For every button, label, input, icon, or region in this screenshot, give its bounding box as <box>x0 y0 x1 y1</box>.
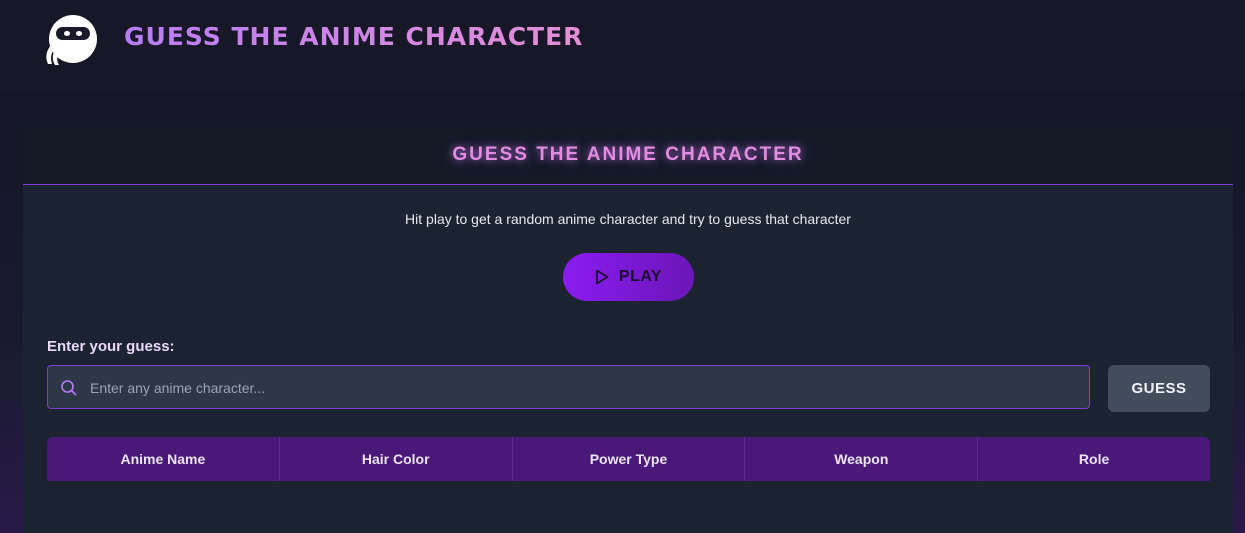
app-title: GUESS THE ANIME CHARACTER <box>124 22 584 51</box>
card-header: GUESS THE ANIME CHARACTER <box>23 124 1233 185</box>
play-button[interactable]: PLAY <box>563 253 694 301</box>
play-icon <box>595 269 609 285</box>
top-bar: GUESS THE ANIME CHARACTER <box>0 0 1245 92</box>
ninja-mascot-icon[interactable] <box>40 10 100 70</box>
column-header-weapon: Weapon <box>745 437 979 481</box>
table-header: Anime Name Hair Color Power Type Weapon … <box>47 437 1210 481</box>
column-header-role: Role <box>1078 451 1110 467</box>
card-title: GUESS THE ANIME CHARACTER <box>452 144 804 165</box>
game-card: GUESS THE ANIME CHARACTER Hit play to ge… <box>23 124 1233 533</box>
column-header-power-type: Power Type <box>513 437 746 481</box>
guess-label: Enter your guess: <box>47 338 175 355</box>
search-icon <box>61 380 77 396</box>
guess-button[interactable]: GUESS <box>1108 365 1210 412</box>
column-header-hair-color: Hair Color <box>280 437 513 481</box>
play-button-label: PLAY <box>618 268 663 285</box>
guess-input[interactable] <box>88 366 1082 410</box>
intro-text: Hit play to get a random anime character… <box>405 211 851 227</box>
guess-search-box <box>47 365 1090 410</box>
column-header-anime-name: Anime Name <box>47 437 280 481</box>
